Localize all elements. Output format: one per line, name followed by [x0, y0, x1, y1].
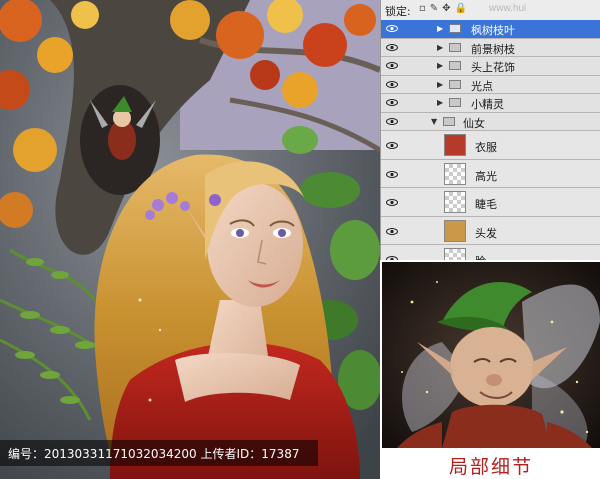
- layer-group-row[interactable]: ▶ 小精灵: [381, 94, 600, 113]
- folder-icon: [449, 61, 461, 70]
- folder-icon: [449, 98, 461, 107]
- layer-group-row[interactable]: ▶ 枫树枝叶: [381, 20, 600, 39]
- layers-panel: 锁定: ▫✎✥🔒 www.hui ▶ 枫树枝叶 ▶ 前景树枝 ▶ 头上花饰 ▶ …: [380, 0, 600, 260]
- layer-row[interactable]: 睫毛: [381, 188, 600, 217]
- layer-thumbnail: [444, 248, 466, 260]
- eye-icon[interactable]: [386, 117, 398, 125]
- layers-toolbar: 锁定: ▫✎✥🔒 www.hui: [381, 0, 600, 21]
- folder-icon: [449, 79, 461, 89]
- expand-triangle-icon[interactable]: ▶: [437, 61, 443, 70]
- layer-name: 睫毛: [475, 198, 497, 211]
- layer-group-row-expanded[interactable]: ▼ 仙女: [381, 112, 600, 131]
- eye-icon[interactable]: [386, 99, 398, 106]
- eye-icon[interactable]: [386, 256, 398, 260]
- eye-icon[interactable]: [386, 170, 398, 178]
- eye-icon[interactable]: [386, 43, 398, 51]
- layer-name: 头发: [475, 226, 497, 240]
- layer-name: 小精灵: [471, 98, 504, 111]
- layer-name: 头上花饰: [471, 61, 515, 74]
- layer-thumbnail: [444, 162, 466, 185]
- layer-row[interactable]: 高光: [381, 159, 600, 188]
- folder-icon: [443, 116, 455, 126]
- eye-icon[interactable]: [386, 25, 398, 32]
- layer-thumbnail: [444, 191, 466, 213]
- layer-group-row[interactable]: ▶ 光点: [381, 75, 600, 94]
- image-id-caption: 编号：20130331171032034200 上传者ID：17387: [8, 447, 300, 461]
- expand-triangle-icon[interactable]: ▶: [437, 80, 443, 89]
- expand-triangle-icon[interactable]: ▶: [437, 98, 443, 107]
- layer-name: 衣服: [475, 141, 497, 154]
- fairy-painting: [0, 0, 380, 479]
- eye-icon[interactable]: [386, 142, 398, 149]
- collapse-triangle-icon[interactable]: ▼: [431, 117, 437, 126]
- detail-caption-area: 局部细节: [382, 448, 600, 479]
- layer-thumbnail: [444, 134, 466, 156]
- layer-thumbnail: [444, 219, 466, 242]
- detail-caption: 局部细节: [448, 456, 533, 478]
- eye-icon[interactable]: [386, 227, 398, 235]
- layer-name: 前景树枝: [471, 42, 515, 56]
- folder-icon: [449, 24, 461, 33]
- folder-icon: [449, 42, 461, 52]
- layer-group-row[interactable]: ▶ 前景树枝: [381, 38, 600, 57]
- layer-list: ▶ 枫树枝叶 ▶ 前景树枝 ▶ 头上花饰 ▶ 光点 ▶ 小精灵 ▼ 仙女 衣服 …: [381, 20, 600, 260]
- lock-label: 锁定:: [385, 5, 411, 18]
- expand-triangle-icon[interactable]: ▶: [437, 43, 443, 52]
- eye-icon[interactable]: [386, 199, 398, 206]
- expand-triangle-icon[interactable]: ▶: [437, 24, 443, 33]
- layer-row[interactable]: 脸: [381, 245, 600, 260]
- layer-name: 仙女: [463, 116, 485, 130]
- layer-name: 脸: [475, 253, 486, 260]
- layer-name: 光点: [471, 79, 493, 93]
- eye-icon[interactable]: [386, 62, 398, 69]
- layer-row[interactable]: 头发: [381, 216, 600, 245]
- elf-detail-image: [382, 262, 600, 448]
- layer-row[interactable]: 衣服: [381, 131, 600, 160]
- lock-icons[interactable]: ▫✎✥🔒: [419, 3, 471, 14]
- layer-name: 枫树枝叶: [471, 24, 515, 37]
- eye-icon[interactable]: [386, 80, 398, 88]
- watermark-text: www.hui: [489, 3, 527, 14]
- layer-name: 高光: [475, 169, 497, 183]
- layer-group-row[interactable]: ▶ 头上花饰: [381, 57, 600, 76]
